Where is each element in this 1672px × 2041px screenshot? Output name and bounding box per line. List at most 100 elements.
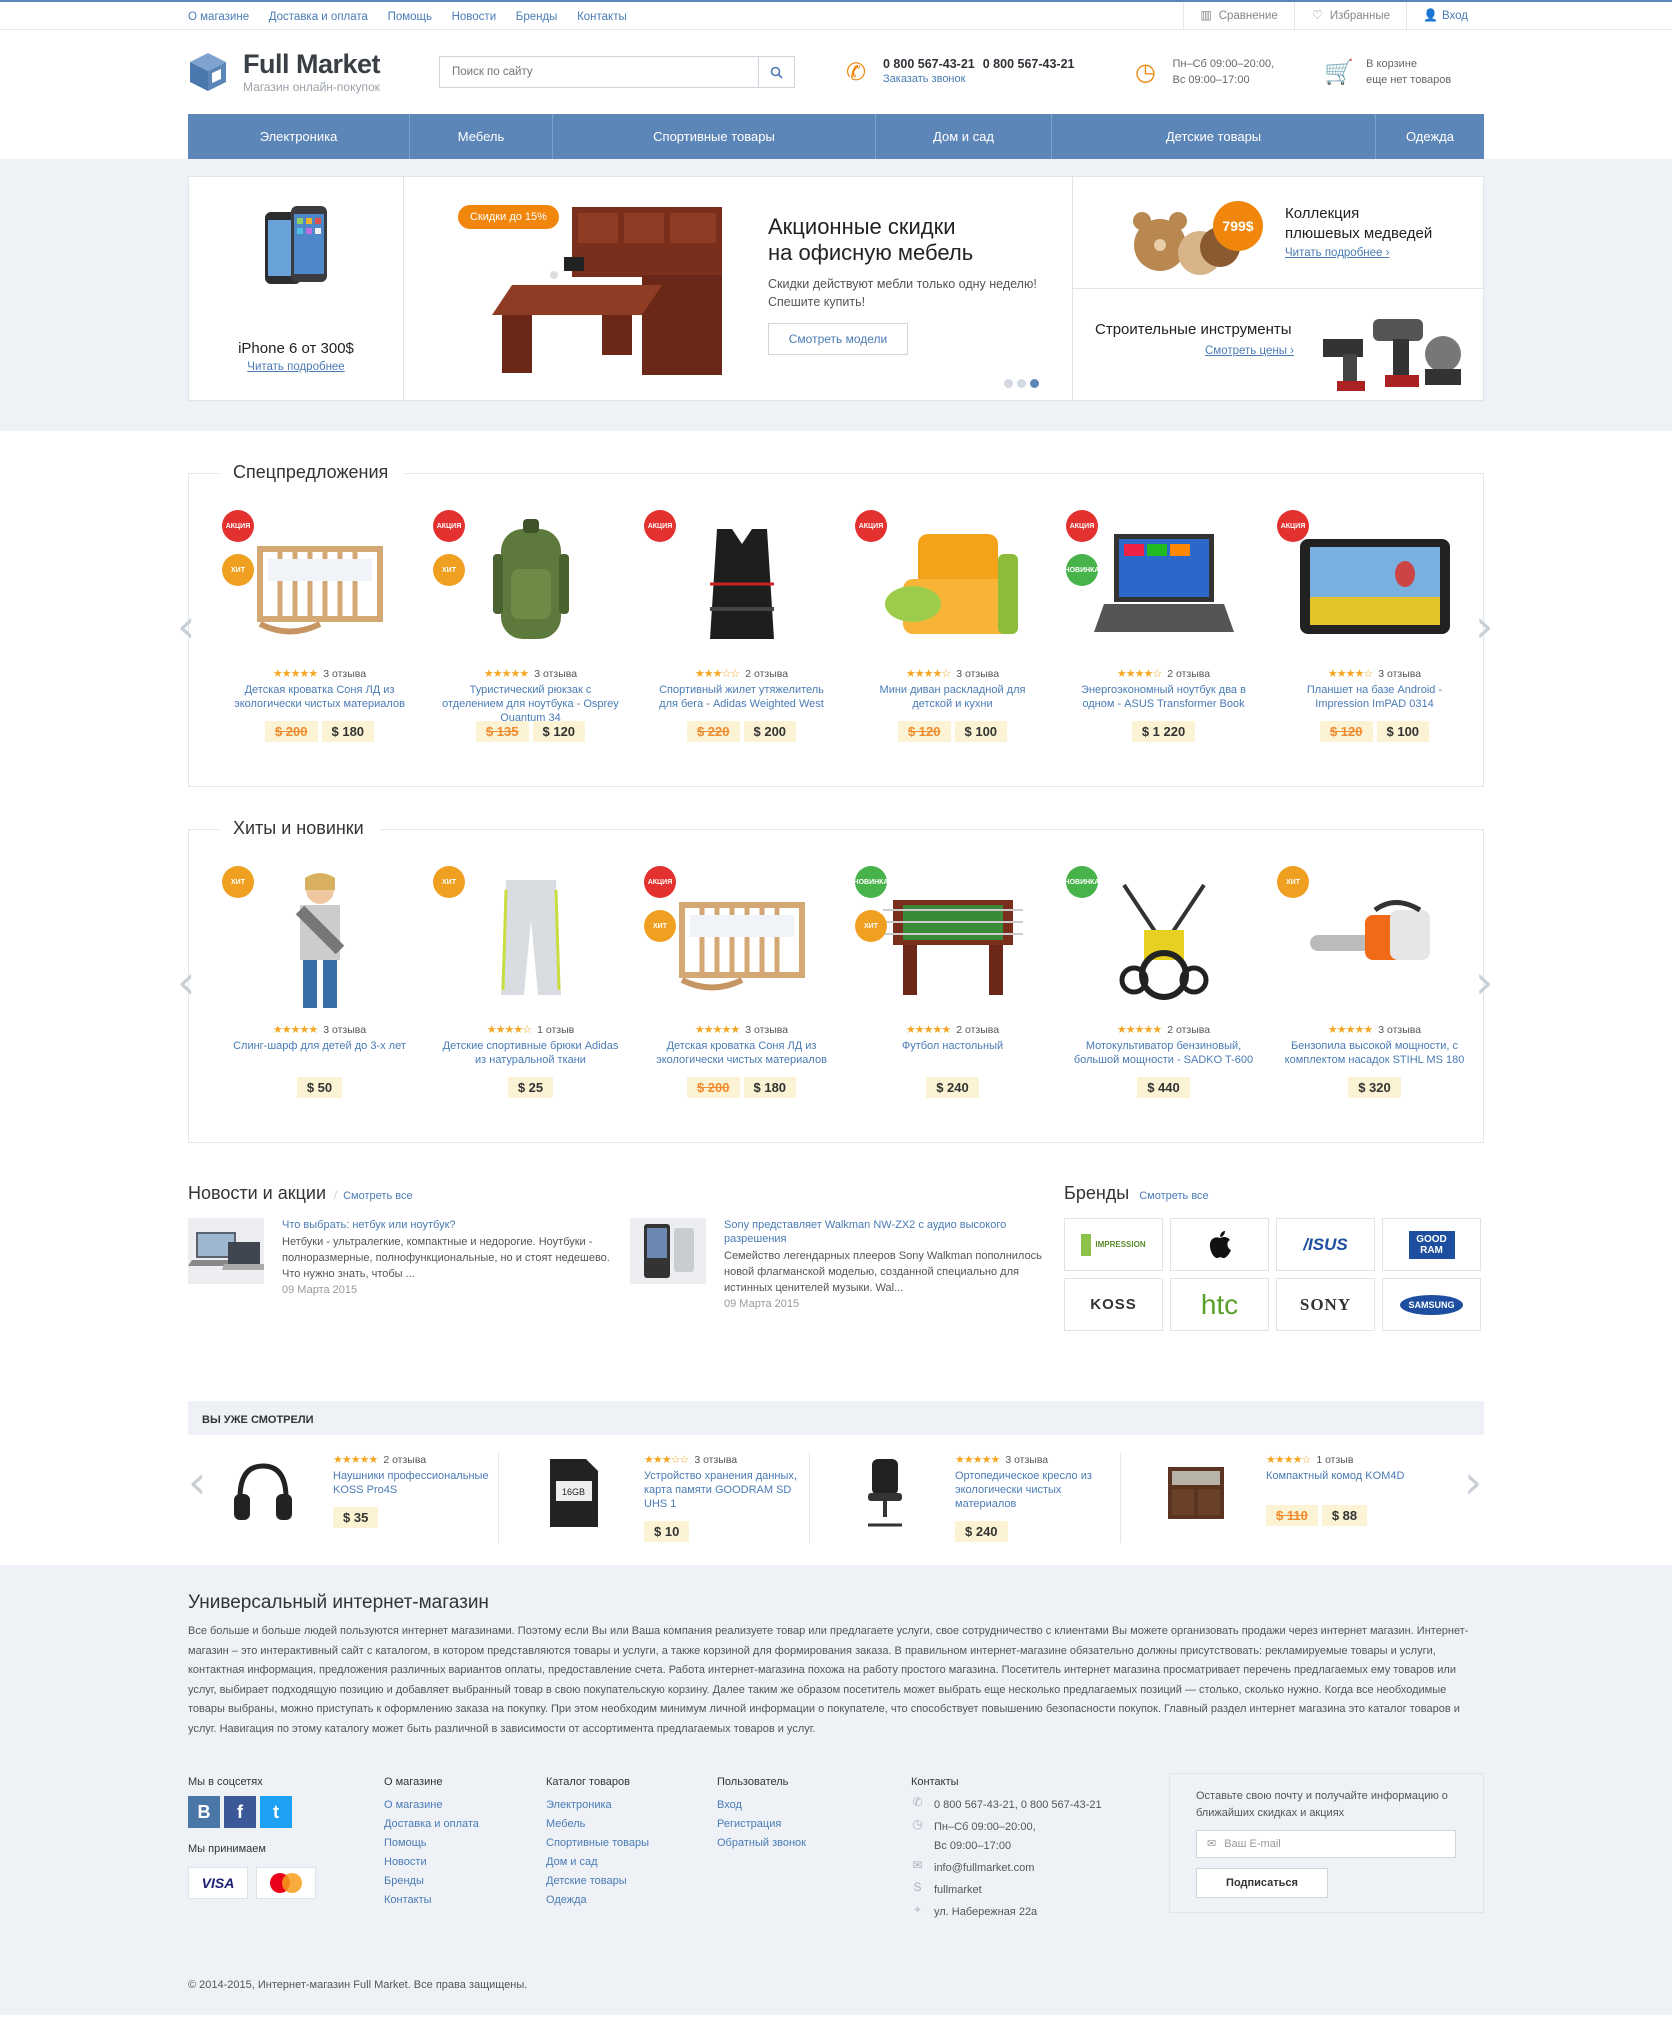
review-count[interactable]: 2 отзыва — [745, 668, 788, 680]
product-name[interactable]: Планшет на базе Android - Impression ImP… — [1285, 683, 1465, 711]
top-link-contacts[interactable]: Контакты — [577, 11, 627, 23]
hero-iphone-link[interactable]: Читать подробнее — [247, 361, 344, 373]
product-name[interactable]: Устройство хранения данных, карта памяти… — [644, 1469, 809, 1511]
review-count[interactable]: 1 отзыв — [1316, 1454, 1353, 1466]
product-name[interactable]: Детские спортивные брюки Adidas из натур… — [441, 1039, 621, 1067]
carousel-prev-arrow[interactable]: ‹ — [177, 601, 197, 651]
nav-electronics[interactable]: Электроника — [188, 114, 410, 159]
review-count[interactable]: 3 отзыва — [745, 1024, 788, 1036]
review-count[interactable]: 2 отзыва — [1167, 668, 1210, 680]
footer-link[interactable]: Новости — [384, 1853, 546, 1872]
product-card[interactable]: АКЦИЯ ХИТ ★★★★★ 3 отзыва Детская кроватка… — [214, 506, 425, 742]
view-models-button[interactable]: Смотреть модели — [768, 323, 908, 355]
review-count[interactable]: 3 отзыва — [534, 668, 577, 680]
footer-link[interactable]: Доставка и оплата — [384, 1815, 546, 1834]
product-card[interactable]: ХИТ ★★★★☆ 1 отзыв Детские спортивные брюк… — [425, 862, 636, 1098]
slider-dot-active[interactable] — [1030, 379, 1039, 388]
review-count[interactable]: 3 отзыва — [323, 668, 366, 680]
nav-kids[interactable]: Детские товары — [1052, 114, 1376, 159]
hero-bears[interactable]: 799$ Коллекция плюшевых медведей Читать п… — [1073, 177, 1483, 289]
review-count[interactable]: 3 отзыва — [694, 1454, 737, 1466]
product-name[interactable]: Детская кроватка Соня ЛД из экологически… — [230, 683, 410, 711]
footer-link[interactable]: Дом и сад — [546, 1853, 717, 1872]
nav-furniture[interactable]: Мебель — [410, 114, 553, 159]
review-count[interactable]: 3 отзыва — [323, 1024, 366, 1036]
hero-tools[interactable]: Строительные инструменты Смотреть цены › — [1073, 289, 1483, 401]
brand-apple-logo[interactable] — [1170, 1218, 1269, 1271]
cart-block[interactable]: 🛒 В корзине еще нет товаров — [1324, 56, 1451, 88]
footer-link[interactable]: Одежда — [546, 1891, 717, 1910]
footer-link[interactable]: Бренды — [384, 1872, 546, 1891]
product-card[interactable]: АКЦИЯ НОВИНКА ★★★★☆ 2 отзыва Энергоэконом… — [1058, 506, 1269, 742]
product-card[interactable]: АКЦИЯ ★★★☆☆ 2 отзыва Спортивный жилет утя… — [636, 506, 847, 742]
news-item[interactable]: Sony представляет Walkman NW-ZX2 с аудио… — [630, 1218, 1060, 1310]
compare-link[interactable]: ▥ Сравнение — [1182, 2, 1294, 29]
top-link-help[interactable]: Помощь — [388, 11, 432, 23]
footer-link[interactable]: Электроника — [546, 1796, 717, 1815]
footer-link[interactable]: Спортивные товары — [546, 1834, 717, 1853]
review-count[interactable]: 2 отзыва — [383, 1454, 426, 1466]
product-card[interactable]: НОВИНКА ★★★★★ 2 отзыва Мотокультиватор бе… — [1058, 862, 1269, 1098]
brands-view-all[interactable]: Смотреть все — [1139, 1190, 1208, 1202]
product-name[interactable]: Наушники профессиональные KOSS Pro4S — [333, 1469, 498, 1497]
footer-link[interactable]: Контакты — [384, 1891, 546, 1910]
top-link-about[interactable]: О магазине — [188, 11, 249, 23]
nav-sports[interactable]: Спортивные товары — [553, 114, 876, 159]
product-name[interactable]: Бензопила высокой мощности, с комплектом… — [1285, 1039, 1465, 1067]
product-card[interactable]: АКЦИЯ ХИТ ★★★★★ 3 отзыва Туристический рю… — [425, 506, 636, 742]
top-link-delivery[interactable]: Доставка и оплата — [269, 11, 368, 23]
twitter-icon[interactable]: t — [260, 1796, 292, 1828]
top-link-brands[interactable]: Бренды — [516, 11, 558, 23]
recent-product[interactable]: ★★★★☆ 1 отзыв Компактный комод KOM4D $ 11… — [1121, 1453, 1432, 1543]
recent-product[interactable]: 16GB ★★★☆☆ 3 отзыва Устройство хранения д… — [499, 1453, 810, 1543]
product-card[interactable]: АКЦИЯ ★★★★☆ 3 отзыва Мини диван раскладно… — [847, 506, 1058, 742]
bears-link[interactable]: Читать подробнее › — [1285, 247, 1389, 259]
review-count[interactable]: 3 отзыва — [1378, 668, 1421, 680]
vk-icon[interactable]: B — [188, 1796, 220, 1828]
footer-link[interactable]: О магазине — [384, 1796, 546, 1815]
footer-link[interactable]: Мебель — [546, 1815, 717, 1834]
search-input[interactable] — [439, 56, 759, 88]
news-item-title[interactable]: Sony представляет Walkman NW-ZX2 с аудио… — [724, 1218, 1060, 1246]
email-field[interactable]: ✉ Ваш E-mail — [1196, 1830, 1456, 1858]
login-link[interactable]: 👤 Вход — [1405, 2, 1484, 29]
product-name[interactable]: Ортопедическое кресло из экологически чи… — [955, 1469, 1120, 1511]
phone-1[interactable]: 0 800 567-43-21 — [883, 57, 975, 71]
product-name[interactable]: Энергоэкономный ноутбук два в одном - AS… — [1074, 683, 1254, 711]
favorites-link[interactable]: ♡ Избранные — [1293, 2, 1406, 29]
slider-dot[interactable] — [1017, 379, 1026, 388]
nav-home-garden[interactable]: Дом и сад — [876, 114, 1052, 159]
review-count[interactable]: 2 отзыва — [1167, 1024, 1210, 1036]
recent-product[interactable]: ★★★★★ 2 отзыва Наушники профессиональные … — [188, 1453, 499, 1543]
footer-link[interactable]: Обратный звонок — [717, 1834, 911, 1853]
logo[interactable]: Full Market Магазин онлайн-покупок — [188, 50, 436, 94]
product-card[interactable]: АКЦИЯ ★★★★☆ 3 отзыва Планшет на базе Andr… — [1269, 506, 1480, 742]
brand-asus-logo[interactable]: /ISUS — [1276, 1218, 1375, 1271]
hero-iphone[interactable]: iPhone 6 от 300$ Читать подробнее — [189, 177, 404, 400]
subscribe-button[interactable]: Подписаться — [1196, 1868, 1328, 1898]
brand-samsung-logo[interactable]: SAMSUNG — [1382, 1278, 1481, 1331]
review-count[interactable]: 3 отзыва — [1005, 1454, 1048, 1466]
brand-htc-logo[interactable]: htc — [1170, 1278, 1269, 1331]
brand-goodram-logo[interactable]: GOOD RAM — [1382, 1218, 1481, 1271]
callback-link[interactable]: Заказать звонок — [883, 73, 965, 85]
product-card[interactable]: АКЦИЯ ХИТ ★★★★★ 3 отзыва Детская кроватка… — [636, 862, 847, 1098]
product-card[interactable]: НОВИНКА ХИТ ★★★★★ 2 отзыва Футбол настоль… — [847, 862, 1058, 1098]
footer-link[interactable]: Регистрация — [717, 1815, 911, 1834]
product-name[interactable]: Детская кроватка Соня ЛД из экологически… — [652, 1039, 832, 1067]
review-count[interactable]: 2 отзыва — [956, 1024, 999, 1036]
product-name[interactable]: Мотокультиватор бензиновый, большой мощн… — [1074, 1039, 1254, 1067]
tools-link[interactable]: Смотреть цены › — [1205, 345, 1294, 357]
news-item[interactable]: Что выбрать: нетбук или ноутбук? Нетбуки… — [188, 1218, 618, 1310]
footer-link[interactable]: Помощь — [384, 1834, 546, 1853]
review-count[interactable]: 3 отзыва — [956, 668, 999, 680]
nav-clothes[interactable]: Одежда — [1376, 114, 1484, 159]
review-count[interactable]: 1 отзыв — [537, 1024, 574, 1036]
recent-product[interactable]: ★★★★★ 3 отзыва Ортопедическое кресло из э… — [810, 1453, 1121, 1543]
product-name[interactable]: Слинг-шарф для детей до 3-х лет — [230, 1039, 410, 1067]
product-name[interactable]: Спортивный жилет утяжелитель для бега - … — [652, 683, 832, 711]
brand-koss-logo[interactable]: KOSS — [1064, 1278, 1163, 1331]
brand-sony-logo[interactable]: SONY — [1276, 1278, 1375, 1331]
phone-2[interactable]: 0 800 567-43-21 — [983, 57, 1075, 71]
footer-link[interactable]: Детские товары — [546, 1872, 717, 1891]
